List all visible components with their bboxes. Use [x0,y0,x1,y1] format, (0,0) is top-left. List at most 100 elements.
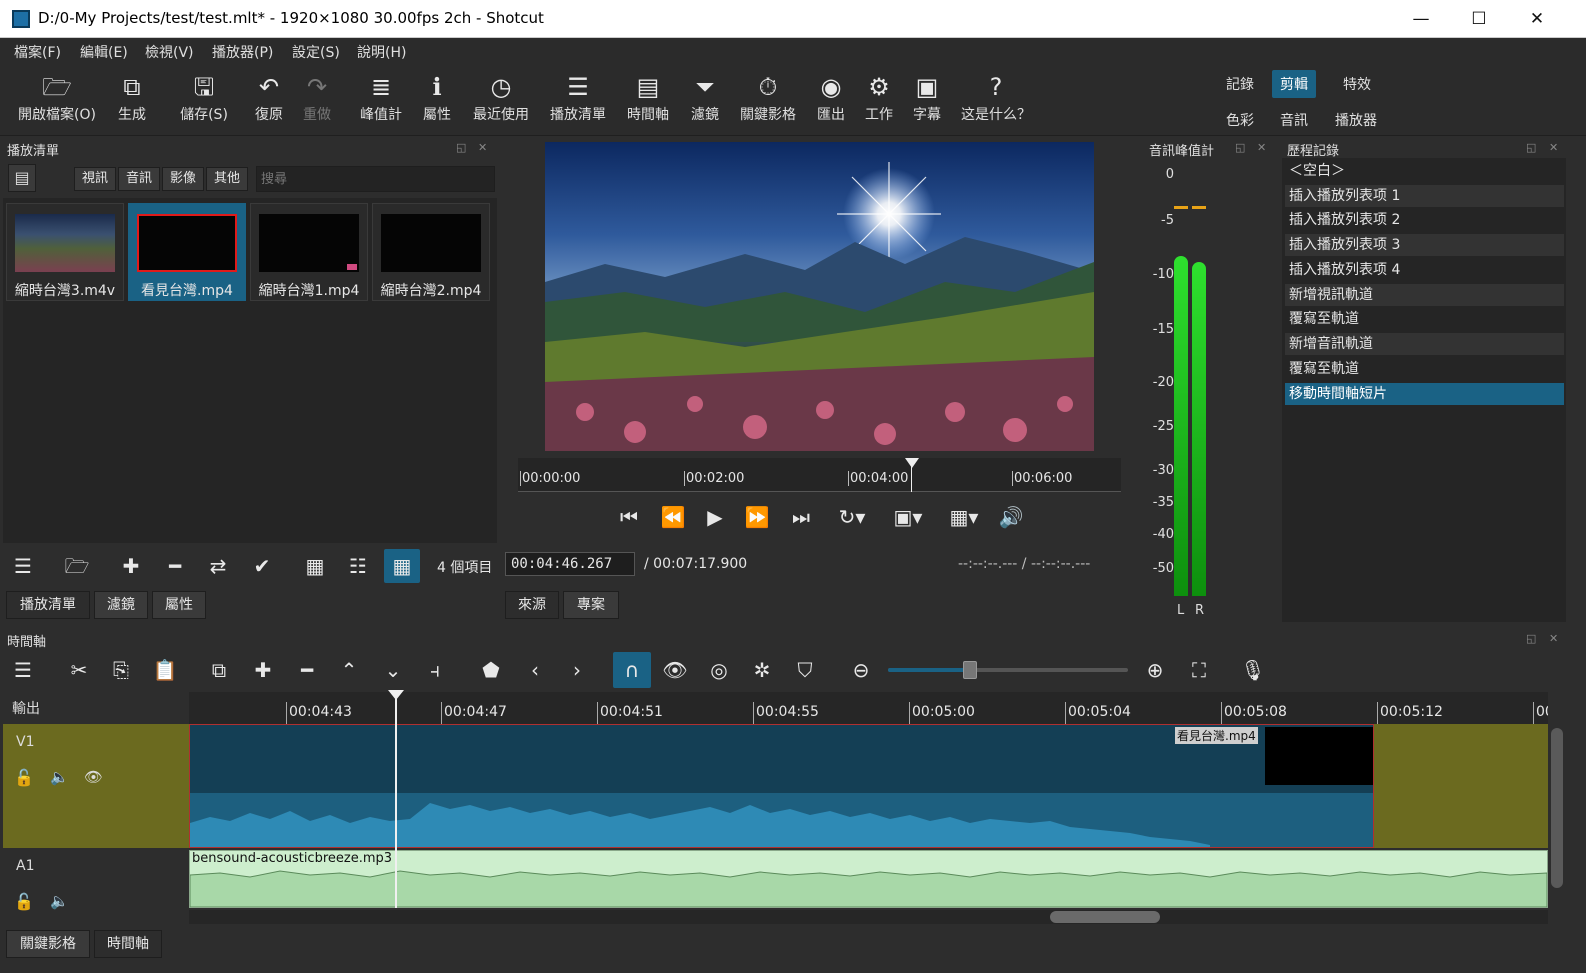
menu-player[interactable]: 播放器(P) [212,42,273,62]
zoom-fit-icon[interactable]: ⛶ [1184,655,1214,685]
details-view-icon[interactable]: ▦ [300,551,330,581]
layout-player[interactable]: 播放器 [1327,108,1385,132]
playlist-search-input[interactable] [256,166,495,192]
scrub-icon[interactable]: 👁 [660,655,690,685]
history-item[interactable]: 插入播放列表项 2 [1285,209,1564,231]
zoom-icon[interactable]: ▣▾ [886,502,930,532]
redo-button[interactable]: ↷ 重做 [298,70,336,132]
playlist-item[interactable]: 看見台灣.mp4 [128,203,246,301]
playlist-item[interactable]: 縮時台灣1.mp4 [250,203,368,301]
filters-button[interactable]: ⏷ 濾鏡 [686,70,724,132]
properties-button[interactable]: ℹ 屬性 [418,70,456,132]
menu-file[interactable]: 檔案(F) [14,42,61,62]
replace-icon[interactable]: ⇄ [203,551,233,581]
tab-timeline[interactable]: 時間軸 [94,930,162,958]
float-icon[interactable]: ◱ [1526,141,1536,154]
tab-keyframes[interactable]: 關鍵影格 [6,930,90,958]
playlist-menu-icon[interactable]: ▤ [8,164,36,192]
mute-icon[interactable]: 🔈 [50,768,69,786]
filter-image-button[interactable]: 影像 [162,167,204,191]
skip-previous-icon[interactable]: ⏮ [614,502,644,532]
copy-icon[interactable]: ⎘ [106,655,136,685]
filter-video-button[interactable]: 視訊 [74,167,116,191]
split-icon[interactable]: ⫞ [420,655,450,685]
lift-icon[interactable]: ⌃ [334,655,364,685]
zoom-slider-handle[interactable] [963,661,977,679]
zoom-in-icon[interactable]: ⊕ [1140,655,1170,685]
tab-source[interactable]: 來源 [505,591,559,619]
ripple-markers-icon[interactable]: ⛉ [790,655,820,685]
append-icon[interactable]: ⧉ [204,655,234,685]
timeline-menu-icon[interactable]: ☰ [8,655,38,685]
history-item[interactable]: 插入播放列表项 3 [1285,234,1564,256]
grid-view-icon[interactable]: ▦ [384,549,420,583]
history-item[interactable]: 新增音訊軌道 [1285,333,1564,355]
zoom-slider[interactable] [888,668,1128,672]
horizontal-scrollbar[interactable] [1050,911,1160,923]
vertical-scrollbar[interactable] [1551,728,1563,888]
generate-button[interactable]: ⧉ 生成 [110,70,154,132]
cut-icon[interactable]: ✂ [64,655,94,685]
whats-this-button[interactable]: ? 这是什么？ [958,70,1034,132]
microphone-icon[interactable]: 🎙 [1238,655,1268,685]
layout-audio[interactable]: 音訊 [1272,108,1316,132]
recent-button[interactable]: ◷ 最近使用 [468,70,534,132]
filter-audio-button[interactable]: 音訊 [118,167,160,191]
menu-view[interactable]: 檢視(V) [145,42,194,62]
tab-properties[interactable]: 屬性 [152,591,206,619]
keyframes-button[interactable]: ⏱ 關鍵影格 [735,70,801,132]
close-button[interactable]: ✕ [1514,4,1560,34]
tab-playlist[interactable]: 播放清單 [6,591,90,619]
zoom-out-icon[interactable]: ⊖ [846,655,876,685]
tab-project[interactable]: 專案 [563,591,619,619]
loop-icon[interactable]: ↻▾ [830,502,874,532]
history-item[interactable]: ＜空白＞ [1285,160,1564,182]
open-folder-icon[interactable]: 🗁 [62,551,92,581]
save-button[interactable]: 🖫 儲存(S) [176,70,232,132]
list-view-icon[interactable]: ☷ [343,551,373,581]
overwrite-icon[interactable]: ⌄ [378,655,408,685]
close-panel-icon[interactable]: ✕ [1257,141,1266,154]
float-icon[interactable]: ◱ [1526,632,1536,645]
menu-edit[interactable]: 編輯(E) [80,42,128,62]
playlist-item[interactable]: 縮時台灣3.m4v [6,203,124,301]
playlist-button[interactable]: ☰ 播放清單 [546,70,610,132]
close-panel-icon[interactable]: ✕ [478,141,487,154]
history-item[interactable]: 插入播放列表项 1 [1285,185,1564,207]
minimize-button[interactable]: — [1398,4,1444,34]
ripple-all-icon[interactable]: ✲ [747,655,777,685]
remove-icon[interactable]: ━ [292,655,322,685]
add-icon[interactable]: ✚ [116,551,146,581]
playlist-item[interactable]: 縮時台灣2.mp4 [372,203,490,301]
play-icon[interactable]: ▶ [700,502,730,532]
history-item[interactable]: 移動時間軸短片 [1285,383,1564,405]
snap-icon[interactable]: ∩ [613,652,651,688]
float-icon[interactable]: ◱ [1235,141,1245,154]
open-file-button[interactable]: 🗁 開啟檔案(O) [14,70,100,132]
menu-icon[interactable]: ☰ [8,551,38,581]
close-panel-icon[interactable]: ✕ [1549,141,1558,154]
next-marker-icon[interactable]: › [562,655,592,685]
export-button[interactable]: ◉ 匯出 [812,70,850,132]
paste-icon[interactable]: 📋 [150,655,180,685]
tab-filters[interactable]: 濾鏡 [94,591,148,619]
add-icon[interactable]: ✚ [248,655,278,685]
filter-other-button[interactable]: 其他 [206,167,248,191]
close-panel-icon[interactable]: ✕ [1549,632,1558,645]
ripple-icon[interactable]: ◎ [704,655,734,685]
check-icon[interactable]: ✔ [247,551,277,581]
layout-color[interactable]: 色彩 [1218,108,1262,132]
skip-next-icon[interactable]: ⏭ [786,502,816,532]
eye-icon[interactable]: 👁 [84,768,103,786]
grid-overlay-icon[interactable]: ▦▾ [940,502,988,532]
previous-marker-icon[interactable]: ‹ [520,655,550,685]
float-icon[interactable]: ◱ [456,141,466,154]
history-item[interactable]: 覆寫至軌道 [1285,308,1564,330]
jobs-button[interactable]: ⚙ 工作 [860,70,898,132]
history-item[interactable]: 新增視訊軌道 [1285,284,1564,306]
layout-log[interactable]: 記錄 [1218,72,1262,96]
marker-icon[interactable]: ⬟ [476,655,506,685]
video-clip[interactable]: 看見台灣.mp4 [189,724,1374,848]
subtitles-button[interactable]: ▣ 字幕 [908,70,946,132]
peak-meter-button[interactable]: ≣ 峰值計 [356,70,406,132]
